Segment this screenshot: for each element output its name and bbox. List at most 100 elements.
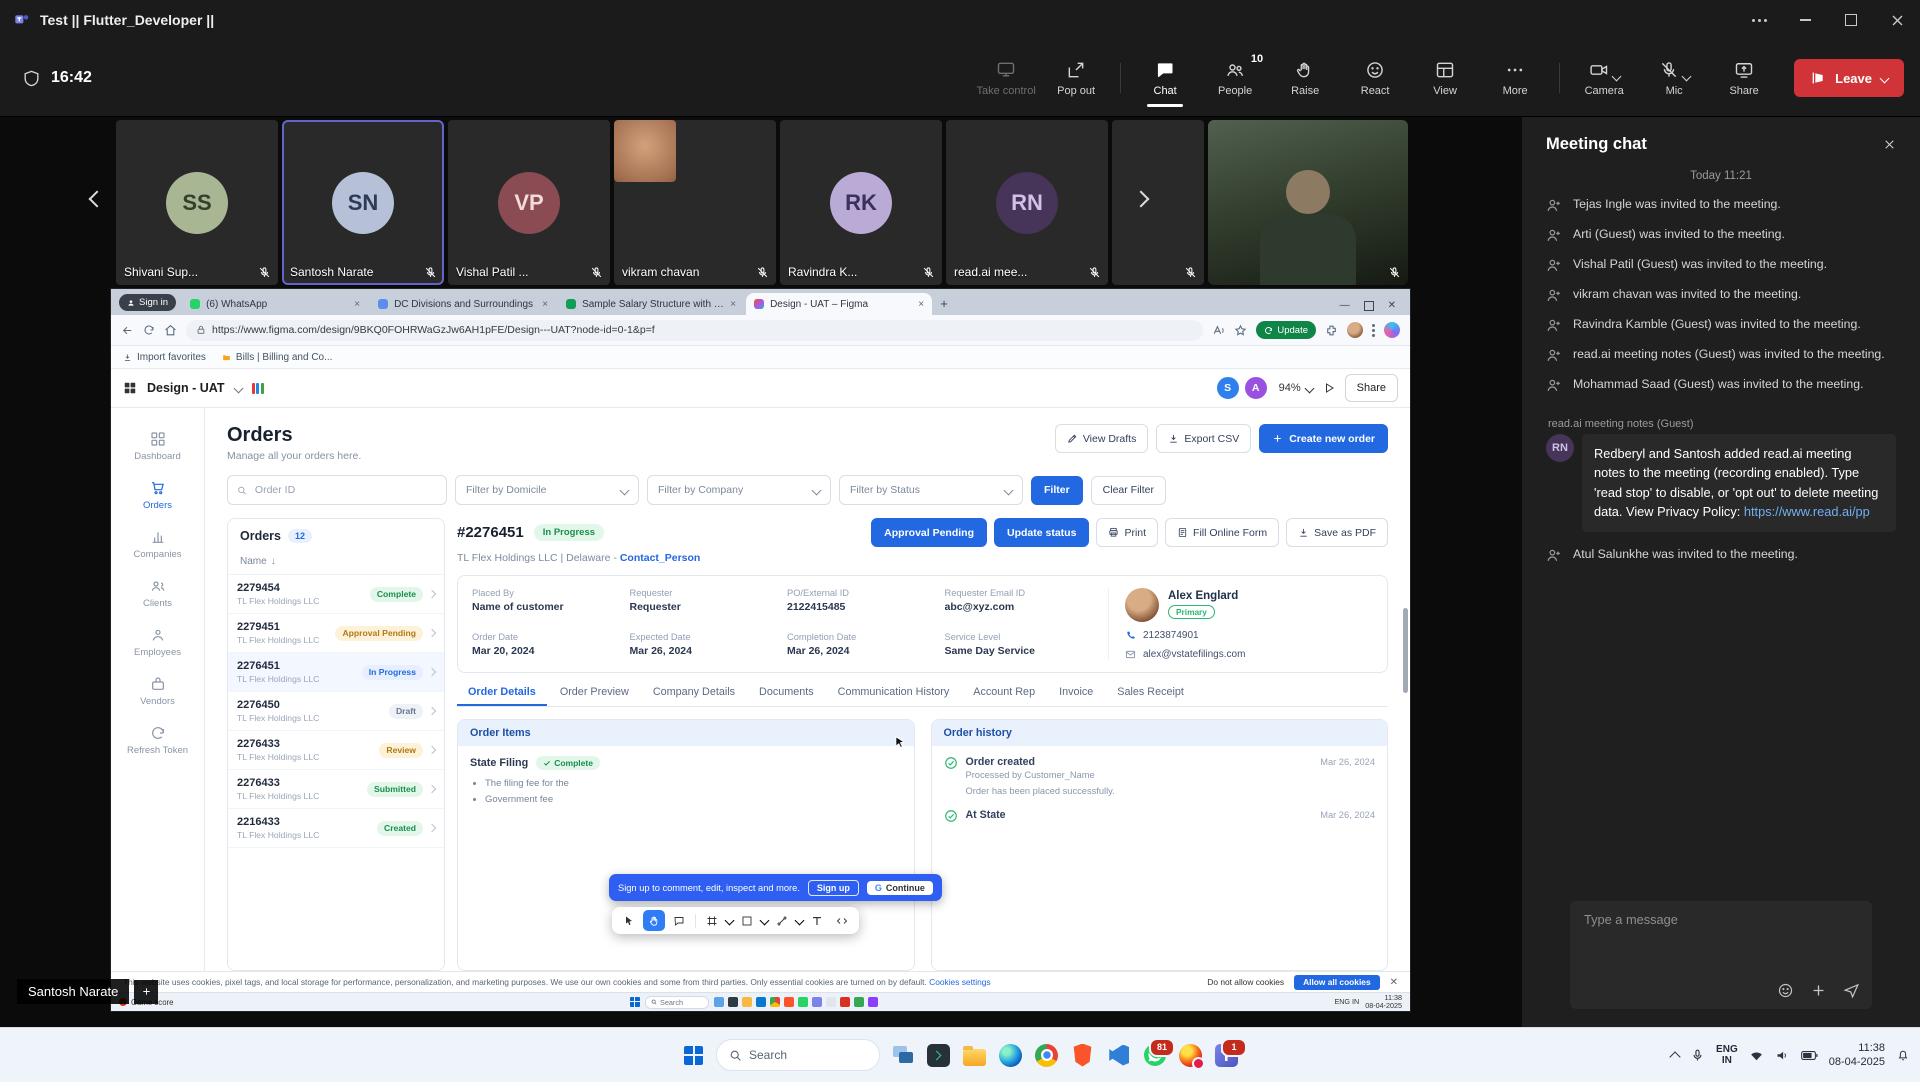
google-continue-button[interactable]: G Continue [867, 881, 933, 895]
frame-tool-icon[interactable] [701, 910, 723, 931]
shape-dropdown-icon[interactable] [760, 916, 770, 926]
battery-icon[interactable] [1801, 1049, 1818, 1062]
participant-tile[interactable]: RK Ravindra K... [780, 120, 942, 285]
brave-icon[interactable] [1069, 1042, 1096, 1069]
browser-minimize-button[interactable]: — [1340, 300, 1350, 311]
hand-tool-icon[interactable] [643, 910, 665, 931]
chat-input-box[interactable] [1570, 901, 1872, 1009]
browser-tab[interactable]: Sample Salary Structure with cal...× [558, 293, 744, 315]
app-icon[interactable] [854, 997, 864, 1007]
presenter-pin-button[interactable] [134, 980, 158, 1004]
sidebar-item-companies[interactable]: Companies [118, 520, 198, 569]
approval-pending-button[interactable]: Approval Pending [871, 518, 987, 547]
more-button[interactable]: More [1481, 49, 1549, 107]
browser-tab[interactable]: DC Divisions and Surroundings× [370, 293, 556, 315]
sign-up-button[interactable]: Sign up [808, 880, 859, 896]
shape-tool-icon[interactable] [736, 910, 758, 931]
view-button[interactable]: View [1411, 49, 1479, 107]
detail-tab[interactable]: Order Preview [549, 686, 640, 706]
collaborator-avatar[interactable]: S [1215, 375, 1241, 401]
order-row[interactable]: 2276433 TL Flex Holdings LLC Review [228, 731, 444, 770]
privacy-policy-link[interactable]: https://www.read.ai/pp [1744, 504, 1870, 519]
share-button[interactable]: Share [1710, 49, 1778, 107]
clear-filter-button[interactable]: Clear Filter [1091, 476, 1166, 505]
chrome-profile-icon[interactable] [1177, 1042, 1204, 1069]
view-drafts-button[interactable]: View Drafts [1055, 424, 1149, 453]
emoji-icon[interactable] [1777, 982, 1794, 999]
sidebar-item-dashboard[interactable]: Dashboard [118, 422, 198, 471]
order-row[interactable]: 2279451 TL Flex Holdings LLC Approval Pe… [228, 614, 444, 653]
tray-mic-icon[interactable] [1690, 1048, 1705, 1063]
file-explorer-icon[interactable] [961, 1042, 988, 1069]
strip-previous-button[interactable] [84, 173, 110, 225]
detail-tab[interactable]: Company Details [642, 686, 746, 706]
app-icon[interactable] [728, 997, 738, 1007]
leave-dropdown-icon[interactable] [1880, 73, 1890, 83]
code-tool-icon[interactable] [831, 910, 853, 931]
participant-tile[interactable] [1112, 120, 1204, 285]
app-icon[interactable] [798, 997, 808, 1007]
browser-close-button[interactable]: ✕ [1388, 300, 1396, 311]
app-icon[interactable] [742, 997, 752, 1007]
text-tool-icon[interactable] [806, 910, 828, 931]
notification-bell-icon[interactable] [1896, 1048, 1910, 1062]
sort-icon[interactable]: ↓ [271, 556, 276, 567]
sidebar-item-orders[interactable]: Orders [118, 471, 198, 520]
tab-close-icon[interactable]: × [354, 299, 360, 310]
active-speaker-tile[interactable] [1208, 120, 1408, 285]
app-icon[interactable] [784, 997, 794, 1007]
comment-tool-icon[interactable] [668, 910, 690, 931]
filter-dropdown[interactable]: Filter by Status [839, 475, 1023, 505]
detail-tab[interactable]: Invoice [1048, 686, 1104, 706]
mic-dropdown-icon[interactable] [1681, 71, 1691, 81]
detail-tab[interactable]: Documents [748, 686, 825, 706]
update-status-button[interactable]: Update status [994, 518, 1089, 547]
shared-language[interactable]: ENG IN [1334, 998, 1359, 1006]
participant-tile[interactable]: VP Vishal Patil ... [448, 120, 610, 285]
filter-dropdown[interactable]: Filter by Domicile [455, 475, 639, 505]
raise-hand-button[interactable]: Raise [1271, 49, 1339, 107]
titlebar-more-button[interactable] [1736, 0, 1782, 40]
react-button[interactable]: React [1341, 49, 1409, 107]
cookie-settings-link[interactable]: Cookies settings [929, 977, 990, 987]
order-row[interactable]: 2279454 TL Flex Holdings LLC Complete [228, 575, 444, 614]
detail-tab[interactable]: Order Details [457, 686, 547, 706]
shared-search-field[interactable]: Search [645, 996, 709, 1009]
camera-button[interactable]: Camera [1570, 49, 1638, 107]
app-icon[interactable] [840, 997, 850, 1007]
task-view-icon[interactable] [889, 1042, 916, 1069]
close-button[interactable] [1874, 0, 1920, 40]
browser-update-button[interactable]: Update [1256, 321, 1316, 339]
sidebar-item-vendors[interactable]: Vendors [118, 667, 198, 716]
teams-icon[interactable]: 1 [1213, 1042, 1240, 1069]
maximize-button[interactable] [1828, 0, 1874, 40]
home-icon[interactable] [164, 324, 177, 337]
figma-share-button[interactable]: Share [1345, 374, 1398, 402]
sidebar-item-employees[interactable]: Employees [118, 618, 198, 667]
app-icon[interactable] [714, 997, 724, 1007]
detail-tab[interactable]: Account Rep [962, 686, 1046, 706]
start-icon[interactable] [630, 997, 640, 1007]
sidebar-item-refresh-token[interactable]: Refresh Token [118, 716, 198, 765]
whatsapp-icon[interactable]: 81 [1141, 1042, 1168, 1069]
browser-more-icon[interactable] [1372, 324, 1375, 337]
connector-dropdown-icon[interactable] [795, 916, 805, 926]
language-indicator[interactable]: ENGIN [1716, 1044, 1738, 1067]
read-aloud-icon[interactable] [1212, 324, 1225, 337]
order-row[interactable]: 2216433 TL Flex Holdings LLC Created [228, 809, 444, 848]
refresh-icon[interactable] [143, 324, 155, 336]
camera-dropdown-icon[interactable] [1611, 71, 1621, 81]
contact-person-link[interactable]: Contact_Person [620, 552, 701, 564]
leave-button[interactable]: Leave [1794, 59, 1904, 97]
pop-out-button[interactable]: Pop out [1042, 49, 1110, 107]
order-search-field[interactable] [227, 475, 447, 505]
browser-tab-active[interactable]: Design - UAT – Figma× [746, 293, 932, 315]
fill-online-form-button[interactable]: Fill Online Form [1165, 518, 1279, 547]
deny-cookies-button[interactable]: Do not allow cookies [1207, 977, 1284, 987]
tab-close-icon[interactable]: × [918, 299, 924, 310]
export-csv-button[interactable]: Export CSV [1156, 424, 1251, 453]
minimize-button[interactable] [1782, 0, 1828, 40]
hidden-icons-chevron[interactable] [1669, 1051, 1680, 1062]
file-menu-dropdown-icon[interactable] [233, 383, 243, 393]
participant-tile[interactable]: vikram chavan [614, 120, 776, 285]
